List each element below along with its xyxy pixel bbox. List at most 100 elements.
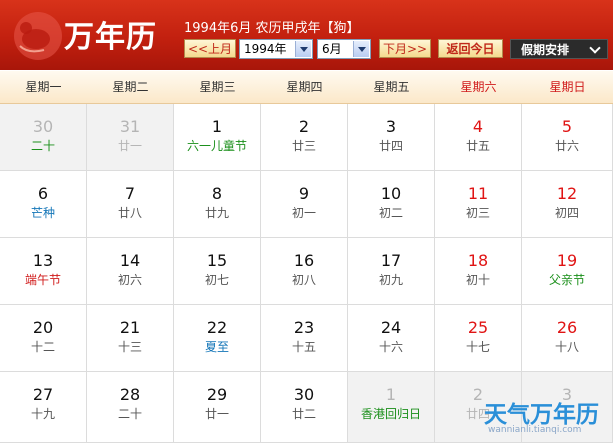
lunar-date: 二十 <box>30 139 55 153</box>
day-cell[interactable]: 25 十七 <box>435 305 522 372</box>
lunar-date: 初七 <box>204 273 229 287</box>
lunar-date: 夏至 <box>204 340 229 354</box>
day-cell[interactable]: 23 十五 <box>261 305 348 372</box>
holiday-schedule-label: 假期安排 <box>521 43 570 57</box>
weekday-label: 星期一 <box>25 80 62 94</box>
lunar-date: 廿五 <box>465 139 490 153</box>
lunar-date: 初四 <box>554 206 579 220</box>
day-cell[interactable]: 26 十八 <box>522 305 613 372</box>
day-cell[interactable]: 4 廿五 <box>435 104 522 171</box>
day-number: 24 <box>380 318 402 337</box>
lunar-date: 初十 <box>465 273 490 287</box>
day-number: 31 <box>119 117 141 136</box>
day-number: 21 <box>119 318 141 337</box>
lunar-date: 廿一 <box>204 407 229 421</box>
year-select[interactable]: 1994年 <box>239 39 313 59</box>
day-cell[interactable]: 31 廿一 <box>87 104 174 171</box>
day-number: 10 <box>380 184 402 203</box>
lunar-date: 十二 <box>30 340 55 354</box>
day-cell[interactable]: 16 初八 <box>261 238 348 305</box>
day-cell[interactable]: 7 廿八 <box>87 171 174 238</box>
calendar-header: 万年历 1994年6月 农历甲戌年【狗】 <<上月 1994年 6月 下月>> … <box>0 0 613 70</box>
lunar-date: 初二 <box>378 206 403 220</box>
lunar-date: 廿六 <box>554 139 579 153</box>
chevron-down-icon[interactable] <box>295 41 311 57</box>
prev-month-button[interactable]: <<上月 <box>184 39 236 58</box>
next-month-button[interactable]: 下月>> <box>379 39 431 58</box>
lunar-date: 六一儿童节 <box>186 139 247 153</box>
day-number: 20 <box>32 318 54 337</box>
lunar-date: 二十 <box>117 407 142 421</box>
day-cell[interactable]: 18 初十 <box>435 238 522 305</box>
day-number: 22 <box>206 318 228 337</box>
day-cell[interactable]: 11 初三 <box>435 171 522 238</box>
day-cell[interactable]: 30 二十 <box>0 104 87 171</box>
day-cell[interactable]: 1 六一儿童节 <box>174 104 261 171</box>
day-cell[interactable]: 22 夏至 <box>174 305 261 372</box>
day-cell[interactable]: 19 父亲节 <box>522 238 613 305</box>
day-number: 17 <box>380 251 402 270</box>
lunar-date: 芒种 <box>30 206 55 220</box>
lunar-date: 端午节 <box>24 273 61 287</box>
holiday-schedule-dropdown[interactable]: 假期安排 <box>510 39 608 59</box>
lunar-date: 廿八 <box>117 206 142 220</box>
lunar-date: 十七 <box>465 340 490 354</box>
day-number: 6 <box>37 184 49 203</box>
day-cell[interactable]: 13 端午节 <box>0 238 87 305</box>
weekday-label: 星期二 <box>112 80 149 94</box>
lunar-date: 十五 <box>291 340 316 354</box>
day-number: 28 <box>119 385 141 404</box>
day-number: 11 <box>467 184 489 203</box>
day-cell[interactable]: 21 十三 <box>87 305 174 372</box>
weekday-label: 星期四 <box>286 80 323 94</box>
day-number: 1 <box>211 117 223 136</box>
day-cell[interactable]: 12 初四 <box>522 171 613 238</box>
day-cell[interactable]: 20 十二 <box>0 305 87 372</box>
day-cell[interactable]: 14 初六 <box>87 238 174 305</box>
day-number: 13 <box>32 251 54 270</box>
lunar-date: 廿二 <box>291 407 316 421</box>
day-cell[interactable]: 6 芒种 <box>0 171 87 238</box>
day-number: 1 <box>385 385 397 404</box>
day-cell[interactable]: 8 廿九 <box>174 171 261 238</box>
day-number: 12 <box>556 184 578 203</box>
lunar-date: 父亲节 <box>548 273 585 287</box>
day-number: 26 <box>556 318 578 337</box>
lunar-date: 初八 <box>291 273 316 287</box>
day-number: 18 <box>467 251 489 270</box>
day-number: 7 <box>124 184 136 203</box>
lunar-date: 初六 <box>117 273 142 287</box>
lunar-date: 初三 <box>465 206 490 220</box>
weekday-label: 星期六 <box>460 80 497 94</box>
day-cell[interactable]: 30 廿二 <box>261 372 348 443</box>
day-number: 2 <box>298 117 310 136</box>
day-cell[interactable]: 5 廿六 <box>522 104 613 171</box>
chevron-down-icon <box>589 42 601 54</box>
day-number: 16 <box>293 251 315 270</box>
day-cell[interactable]: 10 初二 <box>348 171 435 238</box>
lunar-year-info: 1994年6月 农历甲戌年【狗】 <box>184 21 360 36</box>
day-cell[interactable]: 27 十九 <box>0 372 87 443</box>
day-number: 27 <box>32 385 54 404</box>
day-cell[interactable]: 9 初一 <box>261 171 348 238</box>
lunar-date: 初一 <box>291 206 316 220</box>
app-title: 万年历 <box>64 20 157 55</box>
today-button[interactable]: 返回今日 <box>438 39 503 58</box>
day-cell[interactable]: 28 二十 <box>87 372 174 443</box>
day-number: 8 <box>211 184 223 203</box>
dog-logo-icon <box>14 12 62 60</box>
day-number: 14 <box>119 251 141 270</box>
day-number: 5 <box>561 117 573 136</box>
day-cell[interactable]: 29 廿一 <box>174 372 261 443</box>
day-cell[interactable]: 2 廿三 <box>261 104 348 171</box>
lunar-date: 廿四 <box>378 139 403 153</box>
chevron-down-icon[interactable] <box>353 41 369 57</box>
day-cell[interactable]: 1 香港回归日 <box>348 372 435 443</box>
day-cell[interactable]: 3 廿四 <box>348 104 435 171</box>
lunar-date: 十八 <box>554 340 579 354</box>
day-cell[interactable]: 24 十六 <box>348 305 435 372</box>
month-select[interactable]: 6月 <box>317 39 371 59</box>
day-cell[interactable]: 17 初九 <box>348 238 435 305</box>
day-cell[interactable]: 15 初七 <box>174 238 261 305</box>
site-watermark: 天气万年历 wannianli.tianqi.com <box>484 395 609 439</box>
